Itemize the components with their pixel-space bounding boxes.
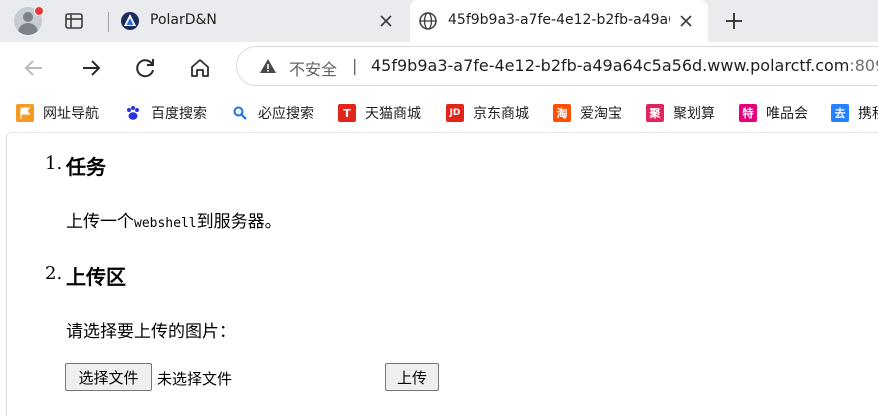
polardn-logo-icon [120,11,140,31]
ctrip-icon: 去 [831,104,849,122]
close-icon[interactable] [378,13,394,29]
upload-button[interactable]: 上传 [385,363,439,391]
bookmark-item[interactable]: 必应搜索 [231,102,314,124]
globe-icon [418,11,438,31]
bookmark-label: 京东商城 [473,106,529,122]
url-text[interactable]: 45f9b9a3-a7fe-4e12-b2fb-a49a64c5a56d.www… [371,56,878,75]
home-icon[interactable] [186,54,214,82]
tab-title: 45f9b9a3-a7fe-4e12-b2fb-a49a64c5a56d.www… [448,12,670,28]
avatar-head [23,12,33,22]
notification-dot-icon [34,6,44,16]
no-file-chosen-text: 未选择文件 [157,370,233,388]
task-code: webshell [134,216,197,231]
back-arrow-icon[interactable] [20,54,48,82]
bookmark-label: 百度搜索 [151,106,207,122]
new-tab-plus-icon[interactable] [722,9,746,33]
bookmark-item[interactable]: 淘 爱淘宝 [553,102,622,124]
section-number: 2. [45,263,63,284]
refresh-icon[interactable] [131,54,159,82]
bookmark-item[interactable]: JD 京东商城 [446,102,529,124]
address-bar[interactable]: 不安全 | 45f9b9a3-a7fe-4e12-b2fb-a49a64c5a5… [236,46,878,86]
bookmark-label: 聚划算 [673,106,715,122]
close-icon[interactable] [678,13,694,29]
url-host: 45f9b9a3-a7fe-4e12-b2fb-a49a64c5a56d.www… [371,56,850,75]
baidu-paw-icon [124,104,142,122]
taobao-icon: 淘 [553,104,571,122]
page-content: 1. 任务 上传一个webshell到服务器。 2. 上传区 请选择要上传的图片… [6,132,878,416]
bookmark-label: 网址导航 [43,106,99,122]
section-heading-upload: 上传区 [66,265,126,289]
avatar-body [18,23,38,35]
vip-icon: 特 [739,104,757,122]
bookmark-item[interactable]: T 天猫商城 [338,102,421,124]
bookmark-item[interactable]: 聚 聚划算 [646,102,715,124]
bookmark-label: 天猫商城 [365,106,421,122]
bookmark-flag-icon [16,104,34,122]
tab-separator [108,12,109,32]
tmall-icon: T [338,104,356,122]
choose-file-button[interactable]: 选择文件 [65,363,152,391]
bookmark-item[interactable]: 百度搜索 [124,102,207,124]
tab-active-challenge[interactable]: 45f9b9a3-a7fe-4e12-b2fb-a49a64c5a56d.www… [410,0,708,42]
bookmark-item[interactable]: 网址导航 [16,102,99,124]
url-port: :8090 [849,56,878,75]
bookmark-label: 爱淘宝 [580,106,622,122]
section-heading-task: 任务 [66,155,106,179]
search-icon [231,104,249,122]
forward-arrow-icon[interactable] [77,54,105,82]
bookmark-label: 必应搜索 [258,106,314,122]
task-description: 上传一个webshell到服务器。 [66,207,282,232]
tab-title: PolarD&N [150,12,217,28]
section-number: 1. [45,153,63,174]
bookmark-item[interactable]: 去 携程 [831,102,878,124]
bookmark-label: 唯品会 [766,106,808,122]
tab-strip: PolarD&N 45f9b9a3-a7fe-4e12-b2fb-a49a64c… [0,0,878,42]
jd-icon: JD [446,104,464,122]
security-status-label[interactable]: 不安全 [289,56,337,80]
upload-prompt: 请选择要上传的图片： [66,322,236,342]
tab-actions-icon[interactable] [64,11,84,31]
warning-triangle-icon[interactable] [259,57,277,75]
bookmark-item[interactable]: 特 唯品会 [739,102,808,124]
tab-polardn[interactable]: PolarD&N [112,0,408,42]
juhuasuan-icon: 聚 [646,104,664,122]
navigation-toolbar: 不安全 | 45f9b9a3-a7fe-4e12-b2fb-a49a64c5a5… [0,42,878,94]
bookmarks-bar: 网址导航 百度搜索 必应搜索 T 天猫商城 JD 京东商城 淘 爱淘宝 聚 聚划… [0,94,878,132]
task-text-before: 上传一个 [66,212,134,232]
task-text-after: 到服务器。 [196,212,282,232]
bookmark-label: 携程 [858,106,878,122]
address-separator: | [352,56,358,75]
